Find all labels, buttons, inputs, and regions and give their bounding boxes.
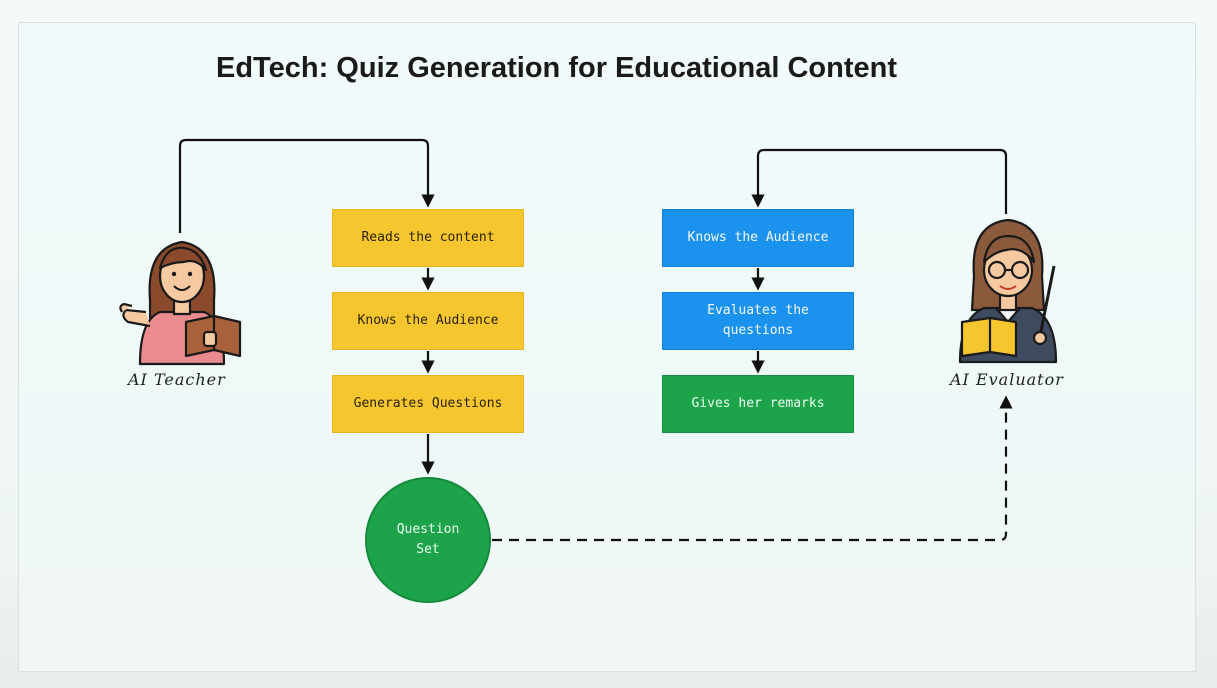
evaluator-avatar-icon	[958, 218, 1058, 364]
evaluator-caption: AI Evaluator	[950, 370, 1064, 389]
